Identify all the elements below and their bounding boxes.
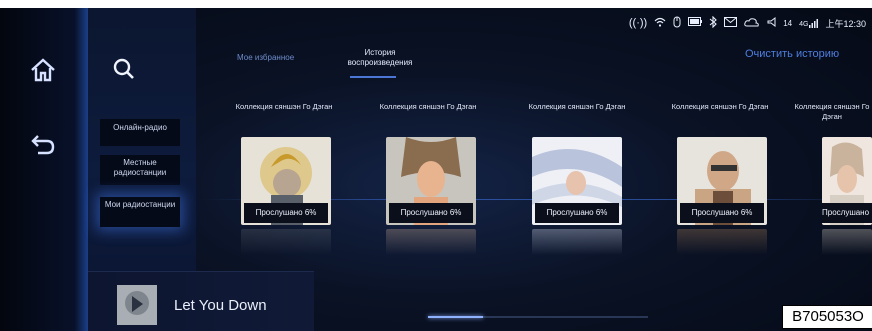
home-icon[interactable] bbox=[30, 58, 56, 87]
cover-reflection bbox=[677, 229, 767, 255]
figure-code: B705053O bbox=[782, 305, 872, 329]
active-tab-indicator bbox=[350, 76, 396, 78]
network-signal-icon: 4G bbox=[799, 18, 819, 28]
listen-progress-label: Прослушано 6% bbox=[389, 203, 473, 223]
volume-level: 14 bbox=[783, 18, 793, 28]
network-type: 4G bbox=[799, 20, 809, 28]
back-icon[interactable] bbox=[30, 134, 56, 161]
listen-progress-label: Прослушано 6% bbox=[680, 203, 764, 223]
now-playing-title: Let You Down bbox=[174, 297, 267, 314]
mail-icon bbox=[724, 16, 738, 30]
album-cover-card[interactable]: Прослушано 6% bbox=[532, 137, 622, 225]
tab-favorites[interactable]: Мое избранное bbox=[237, 53, 294, 62]
now-playing-bar[interactable]: Let You Down bbox=[88, 271, 314, 331]
card-title: Коллекция сяншэн Го Дэган bbox=[528, 102, 626, 111]
album-cover-card[interactable]: Прослушано 6% bbox=[241, 137, 331, 225]
mouse-icon bbox=[673, 16, 681, 31]
tab-history[interactable]: История воспроизведения bbox=[340, 48, 420, 68]
category-local-stations[interactable]: Местные радиостанции bbox=[100, 155, 180, 185]
clock: 上午12:30 bbox=[825, 18, 866, 29]
cover-reflection bbox=[822, 229, 872, 255]
card-title: Коллекция сяншэн Го Дэган bbox=[671, 102, 769, 111]
now-playing-cover[interactable] bbox=[117, 285, 157, 325]
cover-reflection bbox=[241, 229, 331, 255]
weather-icon bbox=[744, 16, 760, 30]
category-my-stations[interactable]: Мои радиостанции bbox=[100, 197, 180, 227]
bluetooth-icon bbox=[709, 15, 718, 31]
clear-history-button[interactable]: Очистить историю bbox=[745, 48, 839, 60]
playback-progress-bar[interactable] bbox=[428, 316, 648, 318]
cover-reflection bbox=[532, 229, 622, 255]
album-cover-card[interactable]: Прослушано bbox=[822, 137, 872, 225]
album-cover-card[interactable]: Прослушано 6% bbox=[677, 137, 767, 225]
search-icon[interactable] bbox=[113, 58, 135, 85]
play-icon[interactable] bbox=[132, 296, 143, 312]
status-bar: ((·)) 14 4G 上午12:30 bbox=[628, 15, 866, 31]
category-online-radio[interactable]: Онлайн-радио bbox=[100, 119, 180, 146]
card-title: Коллекция сяншэн Го Дэган bbox=[379, 102, 477, 111]
listen-progress-label: Прослушано 6% bbox=[244, 203, 328, 223]
playback-progress-fill bbox=[428, 316, 483, 318]
listen-progress-label: Прослушано bbox=[822, 203, 872, 223]
radio-signal-icon: ((·)) bbox=[628, 17, 648, 29]
wifi-icon bbox=[654, 17, 666, 30]
battery-icon bbox=[688, 17, 703, 29]
card-title: Коллекция сяншэн Го Дэган bbox=[794, 102, 870, 121]
listen-progress-label: Прослушано 6% bbox=[535, 203, 619, 223]
album-cover-card[interactable]: Прослушано 6% bbox=[386, 137, 476, 225]
card-title: Коллекция сяншэн Го Дэган bbox=[235, 102, 333, 111]
volume-icon bbox=[767, 16, 776, 30]
head-unit-screen: ((·)) 14 4G 上午12:30 Онлайн-радио Местные… bbox=[0, 8, 872, 331]
left-rail bbox=[0, 8, 88, 331]
cover-reflection bbox=[386, 229, 476, 255]
